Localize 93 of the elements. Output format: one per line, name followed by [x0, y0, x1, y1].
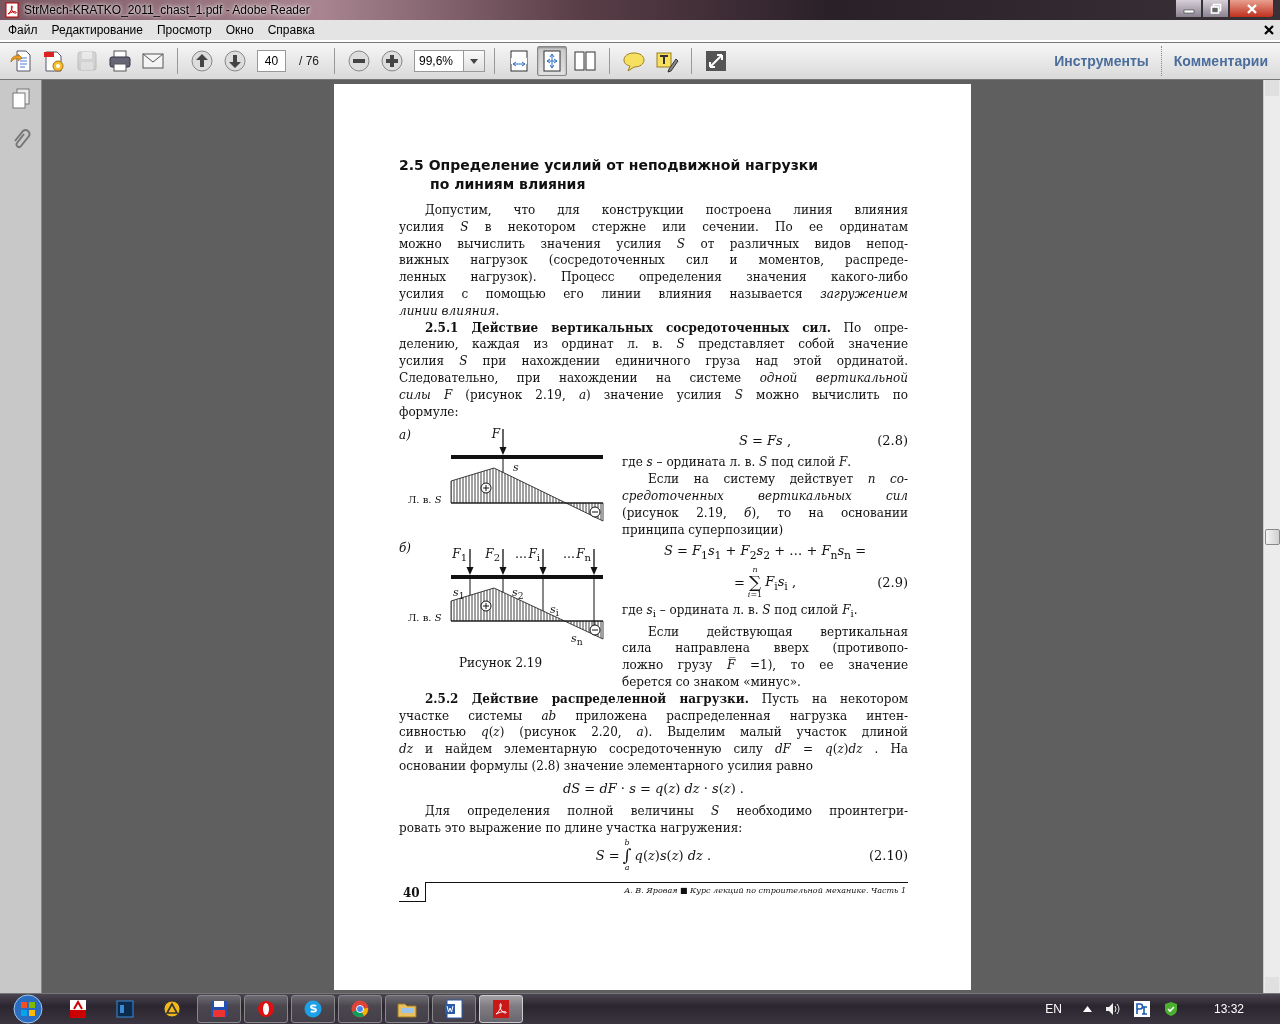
- panel-button[interactable]: Комментарии: [1161, 53, 1280, 69]
- menu-item[interactable]: Окно: [218, 23, 261, 37]
- dropdown-button[interactable]: [464, 50, 485, 72]
- page-number: 40: [399, 882, 426, 903]
- taskbar-button[interactable]: [432, 995, 476, 1023]
- close-button[interactable]: [1264, 25, 1274, 35]
- menu-item[interactable]: Файл: [1, 23, 45, 37]
- expand-arrows-icon: [704, 49, 728, 73]
- figure-caption: Рисунок 2.19: [458, 656, 544, 671]
- taskbar-button[interactable]: [291, 995, 335, 1023]
- force-label: F: [490, 427, 500, 442]
- ordinate-label: s$_{n}$: [571, 633, 583, 649]
- paragraph: Допустим, что для конструкции построена линия влияния усилия S в некотором стержне или сечении. По ее ординатам можно вычислить значения усилия S от различных видов непод- вижных нагрузок (сосредоточенных сил и моментов, распреде- ленных нагрузок). Процесс определения значения какого-либо усилия с помощью его линии влияния называется загружением линии влияния.: [399, 202, 908, 320]
- panel-button[interactable]: Инструменты: [1042, 53, 1161, 69]
- panel-label: б): [399, 541, 411, 556]
- square-app-icon: [114, 998, 136, 1020]
- document-arrow-icon: [9, 49, 33, 73]
- ring-icon: [255, 998, 277, 1020]
- paragraph: Если на систему действует n со- средоточенных вертикальных сил (рисунок 2.19, б), то на основании принципа суперпозиции): [622, 471, 908, 539]
- formula: S = F$_{1}$s$_{1}$ + F$_{2}$s$_{2}$ + … + F$_{n}$s$_{n}$ =: [663, 543, 867, 562]
- paragraph: где s$_{i}$ – ордината л. в. S под силой F$_{i}$.: [622, 602, 859, 622]
- ordinate-label: s$_{i}$: [550, 604, 559, 620]
- close-button[interactable]: [1229, 0, 1274, 18]
- equation-number: (2.9): [877, 575, 908, 591]
- force-label: …: [562, 547, 576, 562]
- equation-number: (2.10): [868, 848, 908, 864]
- menu-item[interactable]: Справка: [260, 23, 322, 37]
- arrow-up-icon: [190, 49, 214, 73]
- minus-icon: [347, 49, 371, 73]
- fit-page-icon: [540, 49, 564, 73]
- language-indicator[interactable]: EN: [1045, 1002, 1062, 1016]
- browser-icon: [349, 998, 371, 1020]
- document-gear-icon: [42, 49, 66, 73]
- pages-button[interactable]: [10, 88, 31, 110]
- panel-label: а): [399, 428, 411, 443]
- force-label: F$_{i}$: [527, 547, 540, 566]
- taskbar-button[interactable]: [197, 995, 241, 1023]
- minimize-button[interactable]: [1175, 0, 1202, 18]
- scrollbar[interactable]: [1263, 80, 1280, 993]
- document-icon: [443, 998, 465, 1020]
- paragraph: Если действующая вертикальная сила направлена вверх (противопо- ложно грузу F̅ =1), то ее значение берется со знаком «минус».: [622, 623, 908, 691]
- paragraph: 2.5.1 Действие вертикальных сосредоточенных сил. По опре- делению, каждая из ординат л. в. S представляет собой значение усилия S при нахождении единичного груза над этой ординатой. Следовательно, при нахождении на системе одной вертикальной силы F (рисунок 2.19, а) значение усилия S можно вычислить по формуле:: [399, 319, 908, 421]
- pdf-icon: [490, 998, 512, 1020]
- clock[interactable]: 13:32: [1213, 1002, 1244, 1016]
- window-title: StrMech-KRATKO_2011_chast_1.pdf - Adobe Reader: [24, 3, 310, 17]
- section-heading: 2.5 Определение усилий от неподвижной нагрузки по линиям влияния: [399, 156, 820, 194]
- arrow-down-icon: [223, 49, 247, 73]
- paragraph: Для определения полной величины S необходимо проинтегри- ровать это выражение по длине участка нагружения:: [399, 802, 908, 837]
- speaker-icon[interactable]: [1104, 1002, 1121, 1016]
- restore-button[interactable]: [1202, 0, 1229, 18]
- tray-app-icon[interactable]: [1133, 1001, 1150, 1017]
- pages-icon: [10, 88, 31, 110]
- equation-number: (2.8): [877, 432, 908, 448]
- pen-note-icon: [655, 49, 679, 73]
- restore-icon: [1209, 3, 1222, 14]
- plus-icon: [380, 49, 404, 73]
- show-hidden-icons-icon[interactable]: [1082, 1006, 1092, 1012]
- caret-icon: [470, 58, 478, 64]
- formula: dS = dF · s = q(z) dz · s(z) .: [563, 781, 744, 797]
- ordinate-label: s: [513, 462, 519, 475]
- taskbar-button[interactable]: [385, 995, 429, 1023]
- ordinate-label: s$_{2}$: [512, 587, 524, 603]
- running-footer: А. В. Яровая ■ Курс лекций по строительной механике. Часть 1: [425, 882, 908, 903]
- cloud-icon: [302, 998, 324, 1020]
- two-pages-icon: [573, 49, 597, 73]
- printer-icon: [108, 49, 132, 73]
- menu-item[interactable]: Просмотр: [149, 23, 219, 37]
- formula: S = b ∫ a q(z)s(z) dz .: [595, 839, 712, 873]
- force-label: F$_{1}$: [451, 547, 467, 566]
- formula: S = Fs ,: [738, 432, 791, 448]
- formula: = n ∑ i=1 F$_{i}$s$_{i}$ ,: [733, 566, 797, 600]
- menu-item[interactable]: Редактирование: [44, 23, 150, 37]
- axis-label: Л. в. S: [408, 612, 442, 624]
- page-count: / 76: [299, 54, 319, 68]
- ordinate-label: s$_{1}$: [453, 587, 465, 603]
- force-label: …: [514, 547, 528, 562]
- triangle-circle-icon: [161, 998, 183, 1020]
- paragraph: где s – ордината л. в. S под силой F.: [622, 454, 853, 472]
- windows-logo-icon: [10, 994, 46, 1024]
- zoom-field[interactable]: 99,6%: [414, 50, 464, 72]
- speech-bubble-icon: [622, 49, 646, 73]
- close-icon: [1245, 3, 1258, 14]
- fit-width-icon: [507, 49, 531, 73]
- taskbar-button[interactable]: [244, 995, 288, 1023]
- force-label: F$_{2}$: [484, 547, 500, 566]
- close-icon: [1264, 25, 1274, 35]
- document-icon: [67, 998, 89, 1020]
- paragraph: 2.5.2 Действие распределенной нагрузки. Пусть на некотором участке системы ab приложена распределенная нагрузка интен- сивностью q(z) (рисунок 2.20, а). Выделим малый участок длиной dz и найдем элементарную сосредоточенную силу dF = q(z)dz . На основании формулы (2.8) значение элементарного усилия равно: [399, 690, 908, 775]
- pdf-icon: [4, 2, 20, 18]
- shield-check-icon[interactable]: [1162, 1001, 1179, 1017]
- force-label: F$_{n}$: [575, 547, 591, 566]
- page-number-field[interactable]: 40: [257, 50, 286, 72]
- axis-label: Л. в. S: [408, 494, 442, 506]
